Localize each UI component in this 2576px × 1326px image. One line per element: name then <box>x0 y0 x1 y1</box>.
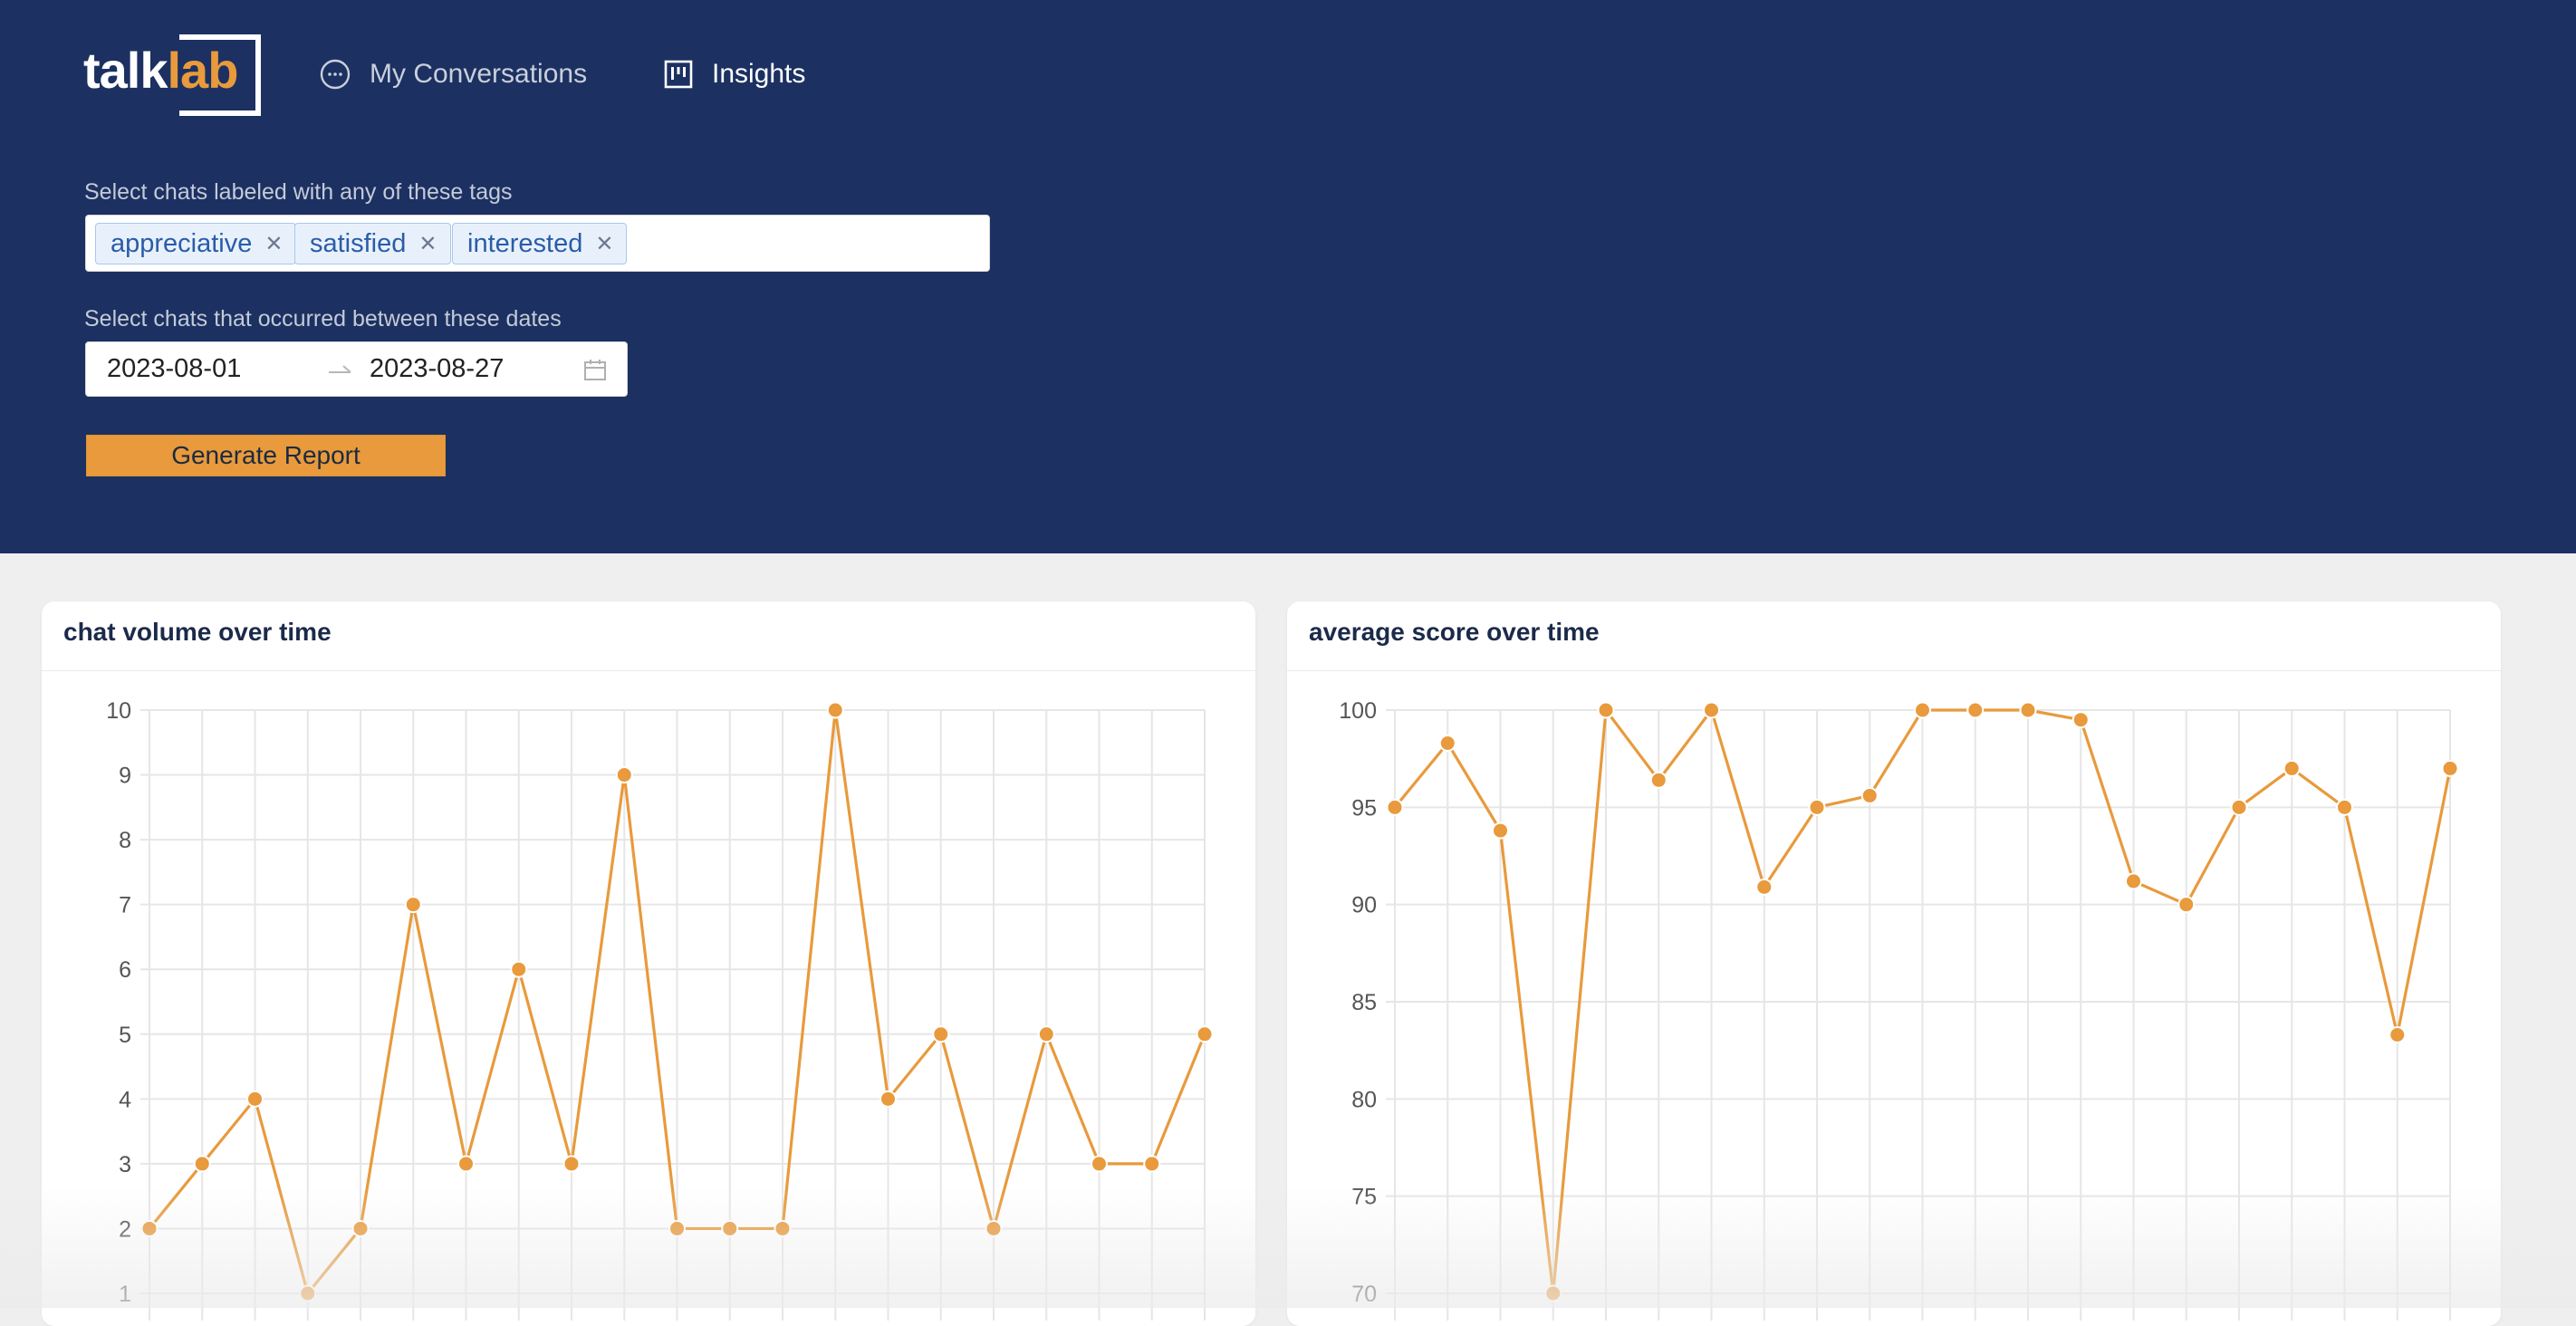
data-point <box>562 1155 581 1173</box>
tag-chip-label: interested <box>467 228 583 258</box>
tags-label: Select chats labeled with any of these t… <box>84 179 513 205</box>
data-point <box>932 1025 950 1043</box>
talklab-logo[interactable]: talklab <box>83 34 264 116</box>
date-range-picker[interactable]: 2023-08-01 2023-08-27 <box>85 341 628 397</box>
y-tick-label: 3 <box>119 1152 131 1177</box>
y-tick-label: 2 <box>119 1216 131 1242</box>
data-point <box>2125 872 2142 890</box>
y-tick-label: 100 <box>1339 698 1377 724</box>
data-point <box>879 1090 897 1108</box>
tags-select[interactable]: appreciative ✕ satisfied ✕ interested ✕ <box>85 215 990 272</box>
nav-insights-label: Insights <box>712 59 806 89</box>
data-point <box>1492 822 1509 840</box>
data-point <box>1966 701 1985 719</box>
data-point <box>1438 734 1456 752</box>
y-tick-label: 95 <box>1351 795 1377 821</box>
data-point <box>193 1155 211 1173</box>
data-point <box>457 1155 475 1173</box>
data-point <box>2230 798 2248 816</box>
data-point <box>1808 798 1826 816</box>
nav-insights[interactable]: Insights <box>663 53 805 96</box>
data-point <box>2019 701 2037 719</box>
data-point <box>2177 896 2196 914</box>
y-tick-label: 4 <box>119 1087 131 1112</box>
logo-text: talklab <box>83 42 239 100</box>
board-icon <box>664 60 693 89</box>
data-point <box>2283 759 2301 777</box>
data-point <box>1755 878 1773 896</box>
y-tick-label: 8 <box>119 828 131 853</box>
tag-chip-label: satisfied <box>310 228 407 258</box>
y-tick-label: 7 <box>119 893 131 918</box>
chart-card-score: average score over time 70 75 80 85 90 95 100 <box>1287 601 2501 1326</box>
dates-label: Select chats that occurred between these… <box>84 306 562 332</box>
data-point <box>404 896 422 914</box>
arrow-right-icon <box>329 365 351 373</box>
data-point <box>1649 771 1668 789</box>
data-point <box>774 1219 792 1237</box>
tag-chip[interactable]: satisfied ✕ <box>294 223 451 264</box>
data-point <box>1386 798 1404 816</box>
data-point <box>1860 786 1879 804</box>
y-tick-label: 75 <box>1351 1185 1377 1210</box>
nav-my-conversations-label: My Conversations <box>370 59 588 89</box>
data-point <box>2441 759 2459 777</box>
data-point <box>140 1219 159 1237</box>
data-point <box>1143 1155 1161 1173</box>
data-point <box>2389 1025 2407 1043</box>
logo-talk: talk <box>83 42 168 99</box>
chat-volume-chart: 1 2 3 4 5 6 7 8 9 10 <box>106 698 1214 1321</box>
calendar-icon[interactable] <box>582 358 608 383</box>
close-icon[interactable]: ✕ <box>418 231 437 257</box>
generate-report-button[interactable]: Generate Report <box>86 435 446 476</box>
data-point <box>510 960 528 978</box>
data-point <box>1914 701 1931 719</box>
tag-chip-label: appreciative <box>111 228 253 258</box>
nav-my-conversations[interactable]: My Conversations <box>319 53 587 96</box>
tag-chip[interactable]: appreciative ✕ <box>95 223 297 264</box>
data-point <box>615 766 633 784</box>
data-point <box>1091 1155 1108 1173</box>
y-tick-label: 10 <box>106 698 131 724</box>
data-point <box>2071 711 2090 729</box>
close-icon[interactable]: ✕ <box>595 231 613 257</box>
data-point <box>826 701 844 719</box>
data-point <box>1544 1284 1562 1302</box>
logo-lab: lab <box>167 42 239 99</box>
data-point <box>351 1219 370 1237</box>
data-point <box>246 1090 264 1108</box>
y-tick-label: 85 <box>1351 990 1377 1015</box>
y-tick-label: 70 <box>1351 1282 1377 1307</box>
y-tick-label: 80 <box>1351 1087 1377 1112</box>
data-point <box>1037 1025 1055 1043</box>
y-tick-label: 9 <box>119 764 131 789</box>
average-score-chart: 70 75 80 85 90 95 100 <box>1339 698 2459 1321</box>
close-icon[interactable]: ✕ <box>264 231 283 257</box>
y-tick-label: 5 <box>119 1023 131 1048</box>
y-tick-label: 6 <box>119 957 131 983</box>
data-point <box>985 1219 1003 1237</box>
end-date-input[interactable]: 2023-08-27 <box>370 354 504 384</box>
data-point <box>1703 701 1720 719</box>
chart-card-volume: chat volume over time 1 2 3 4 5 6 7 8 9 10 <box>42 601 1255 1326</box>
data-point <box>299 1284 317 1302</box>
data-point <box>668 1219 686 1237</box>
top-header: talklab My Conversations Insights Select… <box>0 0 2576 553</box>
tag-chip[interactable]: interested ✕ <box>452 223 628 264</box>
y-tick-label: 1 <box>119 1282 131 1307</box>
data-point <box>1597 701 1615 719</box>
data-point <box>721 1219 739 1237</box>
data-point <box>2336 798 2353 816</box>
data-point <box>1196 1025 1214 1043</box>
chat-bubble-icon <box>320 59 351 90</box>
y-tick-label: 90 <box>1351 893 1377 918</box>
start-date-input[interactable]: 2023-08-01 <box>107 354 241 384</box>
